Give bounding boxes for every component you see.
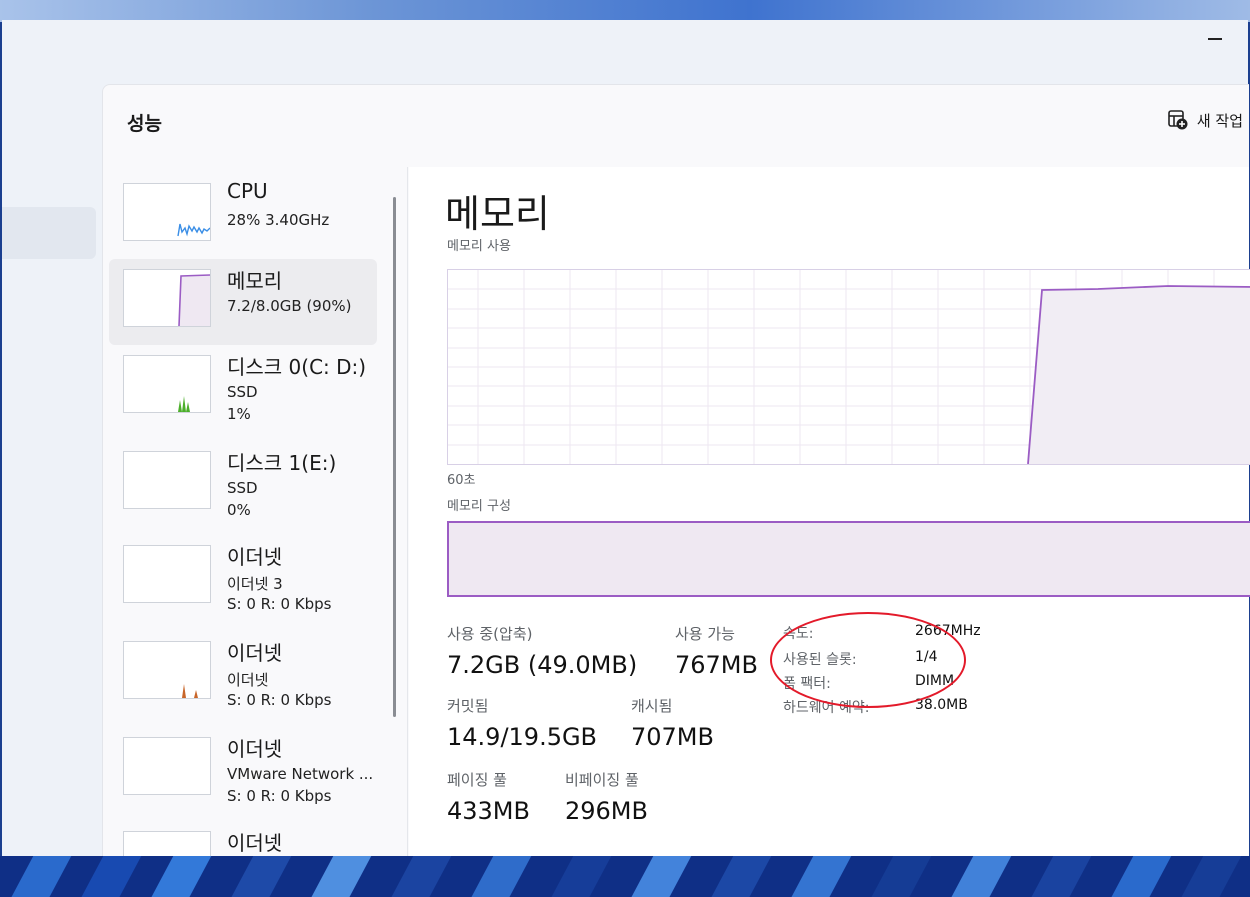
- available-value: 767MB: [675, 651, 758, 679]
- memory-heading: 메모리: [445, 192, 550, 236]
- available-label: 사용 가능: [675, 625, 735, 643]
- nonpaged-pool-label: 비페이징 풀: [565, 771, 639, 789]
- new-task-icon: [1168, 110, 1188, 130]
- in-use-value: 7.2GB (49.0MB): [447, 651, 638, 679]
- sidebar-item-detail: S: 0 R: 0 Kbps: [227, 787, 332, 805]
- desktop-wallpaper-top: [0, 0, 1250, 22]
- sidebar-item-detail: S: 0 R: 0 Kbps: [227, 691, 332, 709]
- sidebar-item-name: 메모리: [227, 269, 283, 293]
- sidebar-item-type: SSD: [227, 479, 258, 497]
- paged-pool-label: 페이징 풀: [447, 771, 507, 789]
- sidebar-item-name: CPU: [227, 179, 268, 203]
- committed-value: 14.9/19.5GB: [447, 723, 598, 751]
- panel-divider: [407, 167, 408, 857]
- sidebar-item-disk0[interactable]: 디스크 0(C: D:) SSD 1%: [109, 345, 377, 431]
- disk0-thumbnail: [123, 355, 211, 413]
- cached-label: 캐시됨: [631, 697, 673, 715]
- memory-composition-bar: [447, 521, 1250, 597]
- task-manager-window: 성능 새 작업 CPU 28% 3.40GHz 메모리 7.2/8.0GB (9…: [2, 20, 1250, 857]
- sidebar-item-ethernet-partial[interactable]: 이더넷: [109, 821, 377, 857]
- memory-detail-pane: 메모리 메모리 사용 60초 메모리 구성 사용 중(압축) 7.2GB (49…: [409, 167, 1250, 857]
- minimize-button[interactable]: [1208, 38, 1222, 40]
- ethernet-thumbnail: [123, 545, 211, 603]
- sidebar-item-name: 이더넷: [227, 737, 283, 761]
- red-circle-annotation: [770, 612, 966, 708]
- sidebar-item-type: SSD: [227, 383, 258, 401]
- ethernet-thumbnail: [123, 737, 211, 795]
- sidebar-item-detail: 7.2/8.0GB (90%): [227, 297, 352, 315]
- sidebar-item-ethernet[interactable]: 이더넷 이더넷 S: 0 R: 0 Kbps: [109, 631, 377, 717]
- sidebar-item-disk1[interactable]: 디스크 1(E:) SSD 0%: [109, 441, 377, 527]
- sidebar-item-name: 이더넷: [227, 545, 283, 569]
- paged-pool-value: 433MB: [447, 797, 530, 825]
- performance-sidebar: CPU 28% 3.40GHz 메모리 7.2/8.0GB (90%) 디스크 …: [107, 167, 389, 857]
- memory-thumbnail: [123, 269, 211, 327]
- cpu-thumbnail: [123, 183, 211, 241]
- page-title: 성능: [127, 113, 162, 135]
- desktop-wallpaper-bottom: [0, 856, 1250, 897]
- sidebar-item-name: 디스크 1(E:): [227, 451, 337, 475]
- sidebar-item-detail: 1%: [227, 405, 251, 423]
- nonpaged-pool-value: 296MB: [565, 797, 648, 825]
- nav-selected-item[interactable]: [2, 207, 96, 259]
- graph-time-label: 60초: [447, 473, 476, 488]
- sidebar-item-memory[interactable]: 메모리 7.2/8.0GB (90%): [109, 259, 377, 345]
- memory-usage-graph: [447, 269, 1250, 465]
- memory-composition-label: 메모리 구성: [447, 499, 511, 514]
- sidebar-item-name: 이더넷: [227, 831, 283, 855]
- sidebar-item-detail: 28% 3.40GHz: [227, 211, 330, 229]
- new-task-label: 새 작업: [1196, 111, 1243, 130]
- sidebar-scrollbar[interactable]: [393, 197, 396, 717]
- memory-usage-label: 메모리 사용: [447, 239, 511, 254]
- sidebar-item-ethernet-3[interactable]: 이더넷 이더넷 3 S: 0 R: 0 Kbps: [109, 535, 377, 621]
- in-use-label: 사용 중(압축): [447, 625, 533, 643]
- sidebar-item-detail: S: 0 R: 0 Kbps: [227, 595, 332, 613]
- disk1-thumbnail: [123, 451, 211, 509]
- ethernet-thumbnail: [123, 641, 211, 699]
- cached-value: 707MB: [631, 723, 714, 751]
- committed-label: 커밋됨: [447, 697, 489, 715]
- sidebar-item-name: 이더넷: [227, 641, 283, 665]
- ethernet-thumbnail: [123, 831, 211, 857]
- sidebar-item-detail: 0%: [227, 501, 251, 519]
- sidebar-item-cpu[interactable]: CPU 28% 3.40GHz: [109, 173, 377, 259]
- sidebar-item-name: 디스크 0(C: D:): [227, 355, 367, 379]
- sidebar-item-adapter: 이더넷 3: [227, 575, 283, 593]
- sidebar-item-adapter: VMware Network ...: [227, 765, 374, 783]
- performance-panel: 성능 새 작업 CPU 28% 3.40GHz 메모리 7.2/8.0GB (9…: [102, 84, 1250, 857]
- sidebar-item-adapter: 이더넷: [227, 671, 269, 689]
- new-task-button[interactable]: 새 작업: [1167, 109, 1243, 131]
- sidebar-item-ethernet-vmware[interactable]: 이더넷 VMware Network ... S: 0 R: 0 Kbps: [109, 727, 377, 813]
